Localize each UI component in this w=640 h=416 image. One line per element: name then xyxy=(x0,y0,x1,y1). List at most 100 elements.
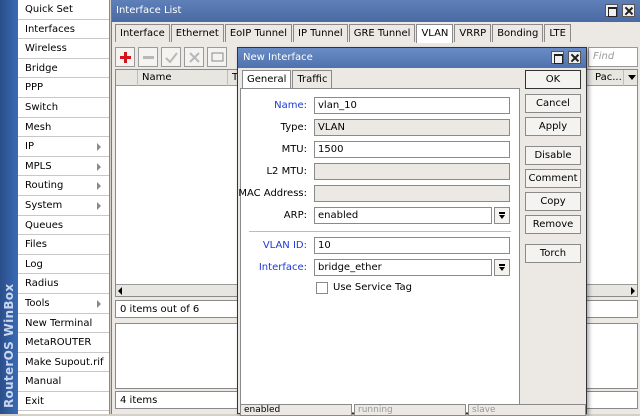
status-slave: slave xyxy=(468,404,586,416)
disable-button[interactable] xyxy=(184,47,204,67)
menu-item-label: New Terminal xyxy=(25,317,93,329)
apply-button[interactable]: Apply xyxy=(525,117,581,136)
tab-general[interactable]: General xyxy=(242,70,292,89)
add-button[interactable] xyxy=(115,47,135,67)
interface-toolbar xyxy=(115,47,227,67)
menu-item-ip[interactable]: IP xyxy=(18,137,109,157)
tab-eoip-tunnel[interactable]: EoIP Tunnel xyxy=(224,24,292,42)
section-divider xyxy=(249,231,511,232)
menu-item-label: MPLS xyxy=(25,160,52,172)
dialog-close-button[interactable] xyxy=(568,51,581,64)
col-flag[interactable] xyxy=(116,70,138,86)
arp-label: ARP: xyxy=(283,210,307,221)
mtu-field[interactable]: 1500 xyxy=(314,141,510,158)
remove-interface-button[interactable]: Remove xyxy=(525,215,581,234)
find-input[interactable]: Find xyxy=(588,47,638,67)
close-button[interactable] xyxy=(622,4,635,17)
menu-item-label: System xyxy=(25,199,63,211)
mtu-row: MTU: 1500 xyxy=(241,141,521,159)
menu-item-switch[interactable]: Switch xyxy=(18,98,109,118)
tab-bonding[interactable]: Bonding xyxy=(492,24,544,42)
menu-item-manual[interactable]: Manual xyxy=(18,372,109,392)
menu-item-log[interactable]: Log xyxy=(18,255,109,275)
menu-item-bridge[interactable]: Bridge xyxy=(18,59,109,79)
submenu-arrow-icon xyxy=(97,201,101,210)
status-running: running xyxy=(354,404,466,416)
arp-select[interactable]: enabled xyxy=(314,207,492,224)
mtu-label: MTU: xyxy=(281,144,307,155)
tab-vrrp[interactable]: VRRP xyxy=(454,24,492,42)
enable-button[interactable] xyxy=(161,47,181,67)
menu-item-routing[interactable]: Routing xyxy=(18,176,109,196)
use-service-tag-label: Use Service Tag xyxy=(333,282,412,293)
ok-button[interactable]: OK xyxy=(525,70,581,89)
tab-gre-tunnel[interactable]: GRE Tunnel xyxy=(348,24,416,42)
menu-item-label: Tools xyxy=(25,297,50,309)
interface-label: Interface: xyxy=(258,262,307,273)
menu-item-make-supout-rif[interactable]: Make Supout.rif xyxy=(18,353,109,373)
menu-item-label: MetaROUTER xyxy=(25,337,92,349)
chevron-down-icon xyxy=(628,75,636,80)
dialog-titlebar[interactable]: New Interface xyxy=(238,48,586,68)
column-menu-button[interactable] xyxy=(624,70,639,86)
menu-item-queues[interactable]: Queues xyxy=(18,216,109,236)
new-interface-dialog: New Interface General Traffic Name: vlan… xyxy=(237,47,587,416)
l2mtu-label: L2 MTU: xyxy=(266,166,307,177)
menu-item-metarouter[interactable]: MetaROUTER xyxy=(18,333,109,353)
name-field[interactable]: vlan_10 xyxy=(314,97,510,114)
dialog-maximize-button[interactable] xyxy=(551,51,564,64)
brand-text: RouterOS WinBox xyxy=(2,283,16,408)
scroll-right-icon[interactable] xyxy=(631,287,635,295)
menu-item-interfaces[interactable]: Interfaces xyxy=(18,20,109,40)
scroll-left-icon[interactable] xyxy=(118,287,122,295)
side-menu: Quick Set Interfaces Wireless Bridge PPP Swit… xyxy=(18,0,110,414)
submenu-arrow-icon xyxy=(97,299,101,308)
dialog-status-bar: enabled running slave xyxy=(240,404,586,416)
menu-item-exit[interactable]: Exit xyxy=(18,392,109,412)
menu-item-system[interactable]: System xyxy=(18,196,109,216)
torch-button[interactable]: Torch xyxy=(525,244,581,263)
tab-lte[interactable]: LTE xyxy=(544,24,571,42)
col-name[interactable]: Name xyxy=(138,70,228,86)
interface-list-titlebar[interactable]: Interface List xyxy=(112,0,640,22)
remove-button[interactable] xyxy=(138,47,158,67)
mac-field xyxy=(314,185,510,202)
menu-item-files[interactable]: Files xyxy=(18,235,109,255)
comment-interface-button[interactable]: Comment xyxy=(525,169,581,188)
comment-button[interactable] xyxy=(207,47,227,67)
tab-interface[interactable]: Interface xyxy=(115,24,170,42)
col-pac[interactable]: Pac... xyxy=(591,70,624,86)
name-label: Name: xyxy=(274,100,307,111)
arp-dropdown-icon[interactable] xyxy=(494,207,510,224)
menu-item-tools[interactable]: Tools xyxy=(18,294,109,314)
cancel-button[interactable]: Cancel xyxy=(525,94,581,113)
maximize-button[interactable] xyxy=(605,4,618,17)
use-service-tag-checkbox[interactable] xyxy=(316,282,328,294)
menu-item-label: Bridge xyxy=(25,62,58,74)
menu-item-new-terminal[interactable]: New Terminal xyxy=(18,314,109,334)
menu-item-label: Routing xyxy=(25,180,64,192)
type-row: Type: VLAN xyxy=(241,119,521,137)
copy-button[interactable]: Copy xyxy=(525,192,581,211)
mac-row: MAC Address: xyxy=(238,185,521,203)
vlan-id-field[interactable]: 10 xyxy=(314,237,510,254)
general-panel: Name: vlan_10 Type: VLAN MTU: 1500 L2 MT… xyxy=(238,88,521,413)
menu-item-mesh[interactable]: Mesh xyxy=(18,118,109,138)
interface-select[interactable]: bridge_ether xyxy=(314,259,492,276)
disable-interface-button[interactable]: Disable xyxy=(525,146,581,165)
tab-ethernet[interactable]: Ethernet xyxy=(170,24,224,42)
dialog-tabs: General Traffic xyxy=(242,70,333,89)
menu-item-radius[interactable]: Radius xyxy=(18,274,109,294)
interface-dropdown-icon[interactable] xyxy=(494,259,510,276)
interface-row: Interface: bridge_ether xyxy=(241,259,521,277)
check-icon xyxy=(165,52,178,64)
type-field: VLAN xyxy=(314,119,510,136)
tab-traffic[interactable]: Traffic xyxy=(292,70,333,88)
l2mtu-row: L2 MTU: xyxy=(241,163,521,181)
menu-item-wireless[interactable]: Wireless xyxy=(18,39,109,59)
menu-item-quick-set[interactable]: Quick Set xyxy=(18,0,109,20)
menu-item-ppp[interactable]: PPP xyxy=(18,78,109,98)
tab-vlan[interactable]: VLAN xyxy=(416,24,454,43)
tab-ip-tunnel[interactable]: IP Tunnel xyxy=(293,24,348,42)
menu-item-mpls[interactable]: MPLS xyxy=(18,157,109,177)
